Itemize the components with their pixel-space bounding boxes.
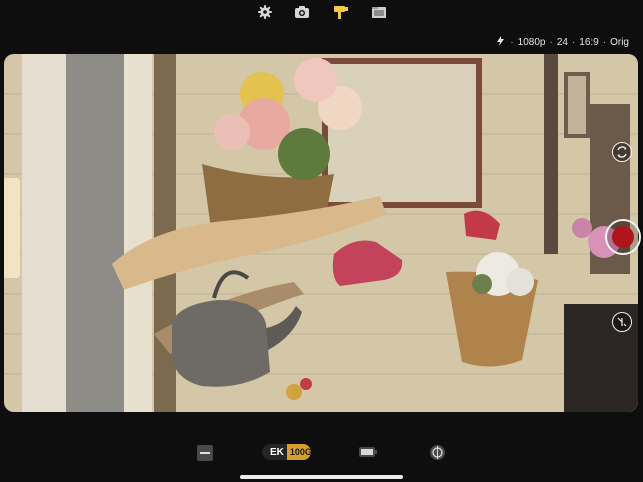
viewfinder-scene bbox=[4, 54, 638, 412]
zoom-lens-button[interactable] bbox=[612, 312, 632, 332]
separator: · bbox=[571, 37, 576, 48]
film-stock-label: 100G bbox=[286, 444, 311, 460]
camera-viewfinder[interactable] bbox=[4, 54, 638, 412]
flash-toggle-icon[interactable] bbox=[196, 444, 214, 467]
film-stock-selector[interactable]: EK 100G bbox=[262, 444, 311, 460]
capture-settings-readout[interactable]: · 1080p · 24 · 16:9 · Orig bbox=[496, 36, 629, 49]
gear-icon[interactable] bbox=[257, 4, 273, 20]
camera-icon[interactable] bbox=[294, 4, 310, 20]
folder-icon[interactable] bbox=[371, 4, 387, 20]
separator: · bbox=[510, 37, 514, 48]
flash-auto-icon bbox=[496, 36, 506, 49]
record-button[interactable] bbox=[605, 219, 641, 255]
record-dot bbox=[612, 226, 634, 248]
battery-icon[interactable] bbox=[358, 444, 378, 465]
resolution-label: 1080p bbox=[517, 37, 546, 48]
video-camera-icon[interactable] bbox=[333, 4, 349, 20]
crop-label: Orig bbox=[610, 37, 629, 48]
zoom-icon bbox=[617, 317, 627, 327]
side-panel-handle[interactable] bbox=[4, 178, 20, 278]
separator: · bbox=[549, 37, 553, 48]
top-toolbar bbox=[0, 0, 643, 34]
aspect-ratio-label: 16:9 bbox=[579, 37, 599, 48]
exposure-dial-icon[interactable] bbox=[429, 444, 446, 466]
flip-camera-button[interactable] bbox=[612, 142, 632, 162]
flip-camera-icon bbox=[617, 146, 627, 158]
film-brand-label: EK bbox=[270, 446, 284, 458]
separator: · bbox=[602, 37, 607, 48]
fps-label: 24 bbox=[556, 37, 568, 48]
home-indicator[interactable] bbox=[240, 475, 403, 479]
bottom-toolbar bbox=[0, 420, 643, 482]
